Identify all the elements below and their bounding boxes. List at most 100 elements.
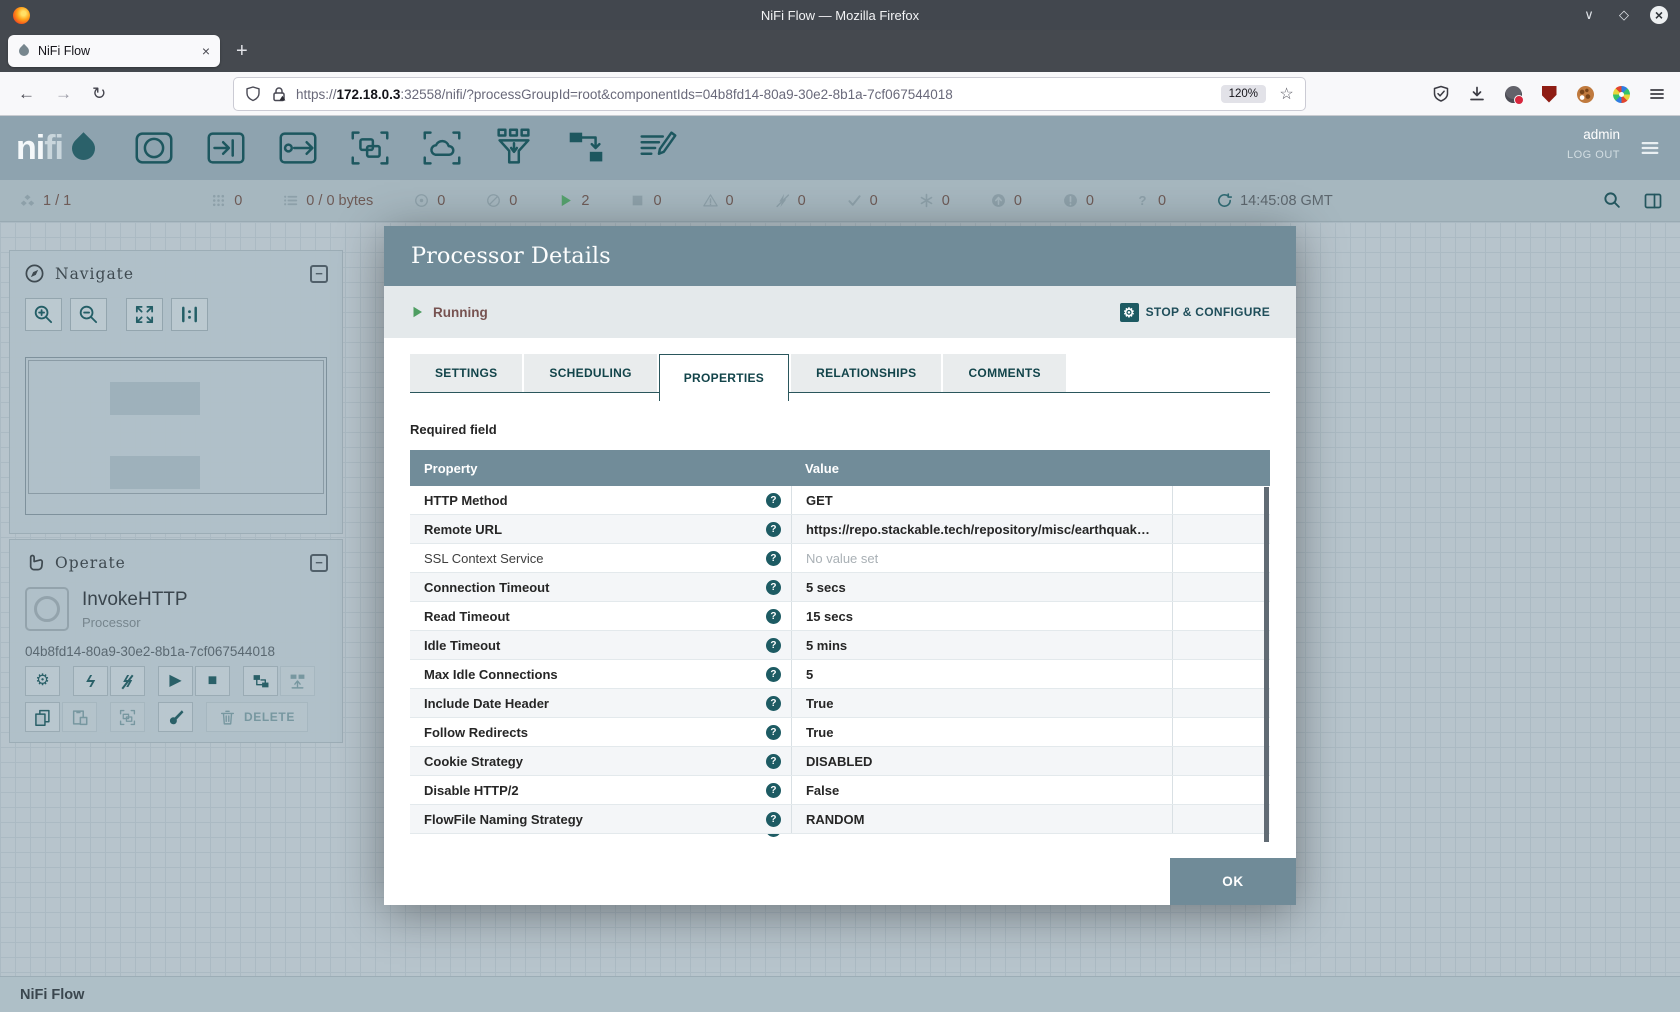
operate-button[interactable] [280,666,315,696]
property-row[interactable]: Attributes to Send? No value set [410,834,1270,842]
label-icon[interactable] [635,125,681,171]
collapse-operate-button[interactable]: − [310,554,328,572]
maximize-icon[interactable]: ◇ [1615,6,1633,24]
global-menu-icon[interactable] [1636,137,1664,159]
property-row[interactable]: Max Idle Connections? 5 [410,660,1270,689]
operate-button[interactable] [158,702,193,732]
output-port-icon[interactable] [275,125,321,171]
help-icon[interactable]: ? [766,812,781,827]
container-extension-icon[interactable] [1504,85,1522,103]
new-tab-button[interactable]: + [236,40,248,63]
operate-button[interactable]: ▶ [158,666,193,696]
property-value[interactable]: https://repo.stackable.tech/repository/m… [806,522,1150,537]
property-row[interactable]: Idle Timeout? 5 mins [410,631,1270,660]
navigate-button[interactable] [25,298,62,331]
help-icon[interactable]: ? [766,580,781,595]
property-value[interactable]: GET [806,493,833,508]
table-scrollbar[interactable] [1264,487,1269,842]
url-bar[interactable]: https://172.18.0.3:32558/nifi/?processGr… [234,78,1305,110]
birdseye-minimap[interactable] [25,357,327,515]
help-icon[interactable]: ? [766,725,781,740]
pinwheel-extension-icon[interactable] [1612,85,1630,103]
operate-button[interactable] [110,702,145,732]
back-icon[interactable]: ← [18,84,35,104]
help-icon[interactable]: ? [766,638,781,653]
property-value[interactable]: No value set [806,551,878,566]
template-icon[interactable] [563,125,609,171]
help-icon[interactable]: ? [766,783,781,798]
help-icon[interactable]: ? [766,696,781,711]
property-value[interactable]: 5 [806,667,813,682]
help-icon[interactable]: ? [766,609,781,624]
operate-button[interactable]: ϟ [110,666,145,696]
property-value[interactable]: 15 secs [806,609,853,624]
property-row[interactable]: Read Timeout? 15 secs [410,602,1270,631]
logout-link[interactable]: LOG OUT [1567,149,1620,161]
property-value[interactable]: 5 secs [806,580,846,595]
property-row[interactable]: HTTP Method? GET [410,486,1270,515]
panel-toggle-icon[interactable] [1643,191,1663,211]
shield-check-icon[interactable] [1432,85,1450,103]
navigate-button[interactable] [171,298,208,331]
property-row[interactable]: Disable HTTP/2? False [410,776,1270,805]
close-icon[interactable]: × [1650,6,1668,24]
property-row[interactable]: Include Date Header? True [410,689,1270,718]
operate-button[interactable] [243,666,278,696]
browser-tab[interactable]: NiFi Flow × [8,35,220,67]
property-value[interactable]: False [806,783,839,798]
navigate-button[interactable] [126,298,163,331]
lock-warning-icon[interactable] [270,85,288,103]
dialog-tab[interactable]: PROPERTIES [659,354,789,401]
nav-shield-icon[interactable] [244,85,262,103]
property-value[interactable]: DISABLED [806,754,872,769]
minimize-icon[interactable]: ∨ [1580,6,1598,24]
menu-icon[interactable] [1648,85,1666,103]
dialog-tab[interactable]: RELATIONSHIPS [791,354,941,392]
zoom-level-badge[interactable]: 120% [1221,85,1266,103]
property-row[interactable]: Connection Timeout? 5 secs [410,573,1270,602]
ok-button[interactable]: OK [1170,858,1296,905]
breadcrumb[interactable]: NiFi Flow [20,987,84,1003]
operate-button[interactable]: ■ [195,666,230,696]
property-row[interactable]: Follow Redirects? True [410,718,1270,747]
help-icon[interactable]: ? [766,834,781,837]
property-value[interactable]: RANDOM [806,812,865,827]
help-icon[interactable]: ? [766,551,781,566]
operate-button[interactable] [62,702,97,732]
cookie-extension-icon[interactable] [1576,85,1594,103]
tab-close-icon[interactable]: × [202,43,210,59]
property-row[interactable]: SSL Context Service? No value set [410,544,1270,573]
property-row[interactable]: Cookie Strategy? DISABLED [410,747,1270,776]
funnel-icon[interactable] [491,125,537,171]
dialog-tab[interactable]: COMMENTS [943,354,1065,392]
property-value[interactable]: No value set [806,834,878,837]
operate-button[interactable] [25,702,60,732]
search-icon[interactable] [1603,191,1622,210]
operate-button[interactable]: ⚙ [25,666,60,696]
process-group-icon[interactable] [347,125,393,171]
stop-and-configure-button[interactable]: ⚙ STOP & CONFIGURE [1120,303,1270,322]
forward-icon[interactable]: → [55,84,72,104]
operate-button[interactable]: DELETE [206,702,308,732]
collapse-navigate-button[interactable]: − [310,265,328,283]
dialog-tab[interactable]: SETTINGS [410,354,522,392]
remote-process-group-icon[interactable] [419,125,465,171]
help-icon[interactable]: ? [766,754,781,769]
help-icon[interactable]: ? [766,522,781,537]
ublock-icon[interactable] [1540,85,1558,103]
property-row[interactable]: FlowFile Naming Strategy? RANDOM [410,805,1270,834]
property-value[interactable]: True [806,696,833,711]
processor-icon[interactable] [131,125,177,171]
dialog-tab[interactable]: SCHEDULING [524,354,656,392]
operate-button[interactable]: ϟ [73,666,108,696]
input-port-icon[interactable] [203,125,249,171]
help-icon[interactable]: ? [766,667,781,682]
help-icon[interactable]: ? [766,493,781,508]
property-row[interactable]: Remote URL? https://repo.stackable.tech/… [410,515,1270,544]
navigate-button[interactable] [70,298,107,331]
reload-icon[interactable]: ↻ [92,84,106,104]
property-value[interactable]: 5 mins [806,638,847,653]
property-value[interactable]: True [806,725,833,740]
refresh-icon[interactable] [1217,193,1232,208]
star-icon[interactable]: ☆ [1278,86,1295,103]
